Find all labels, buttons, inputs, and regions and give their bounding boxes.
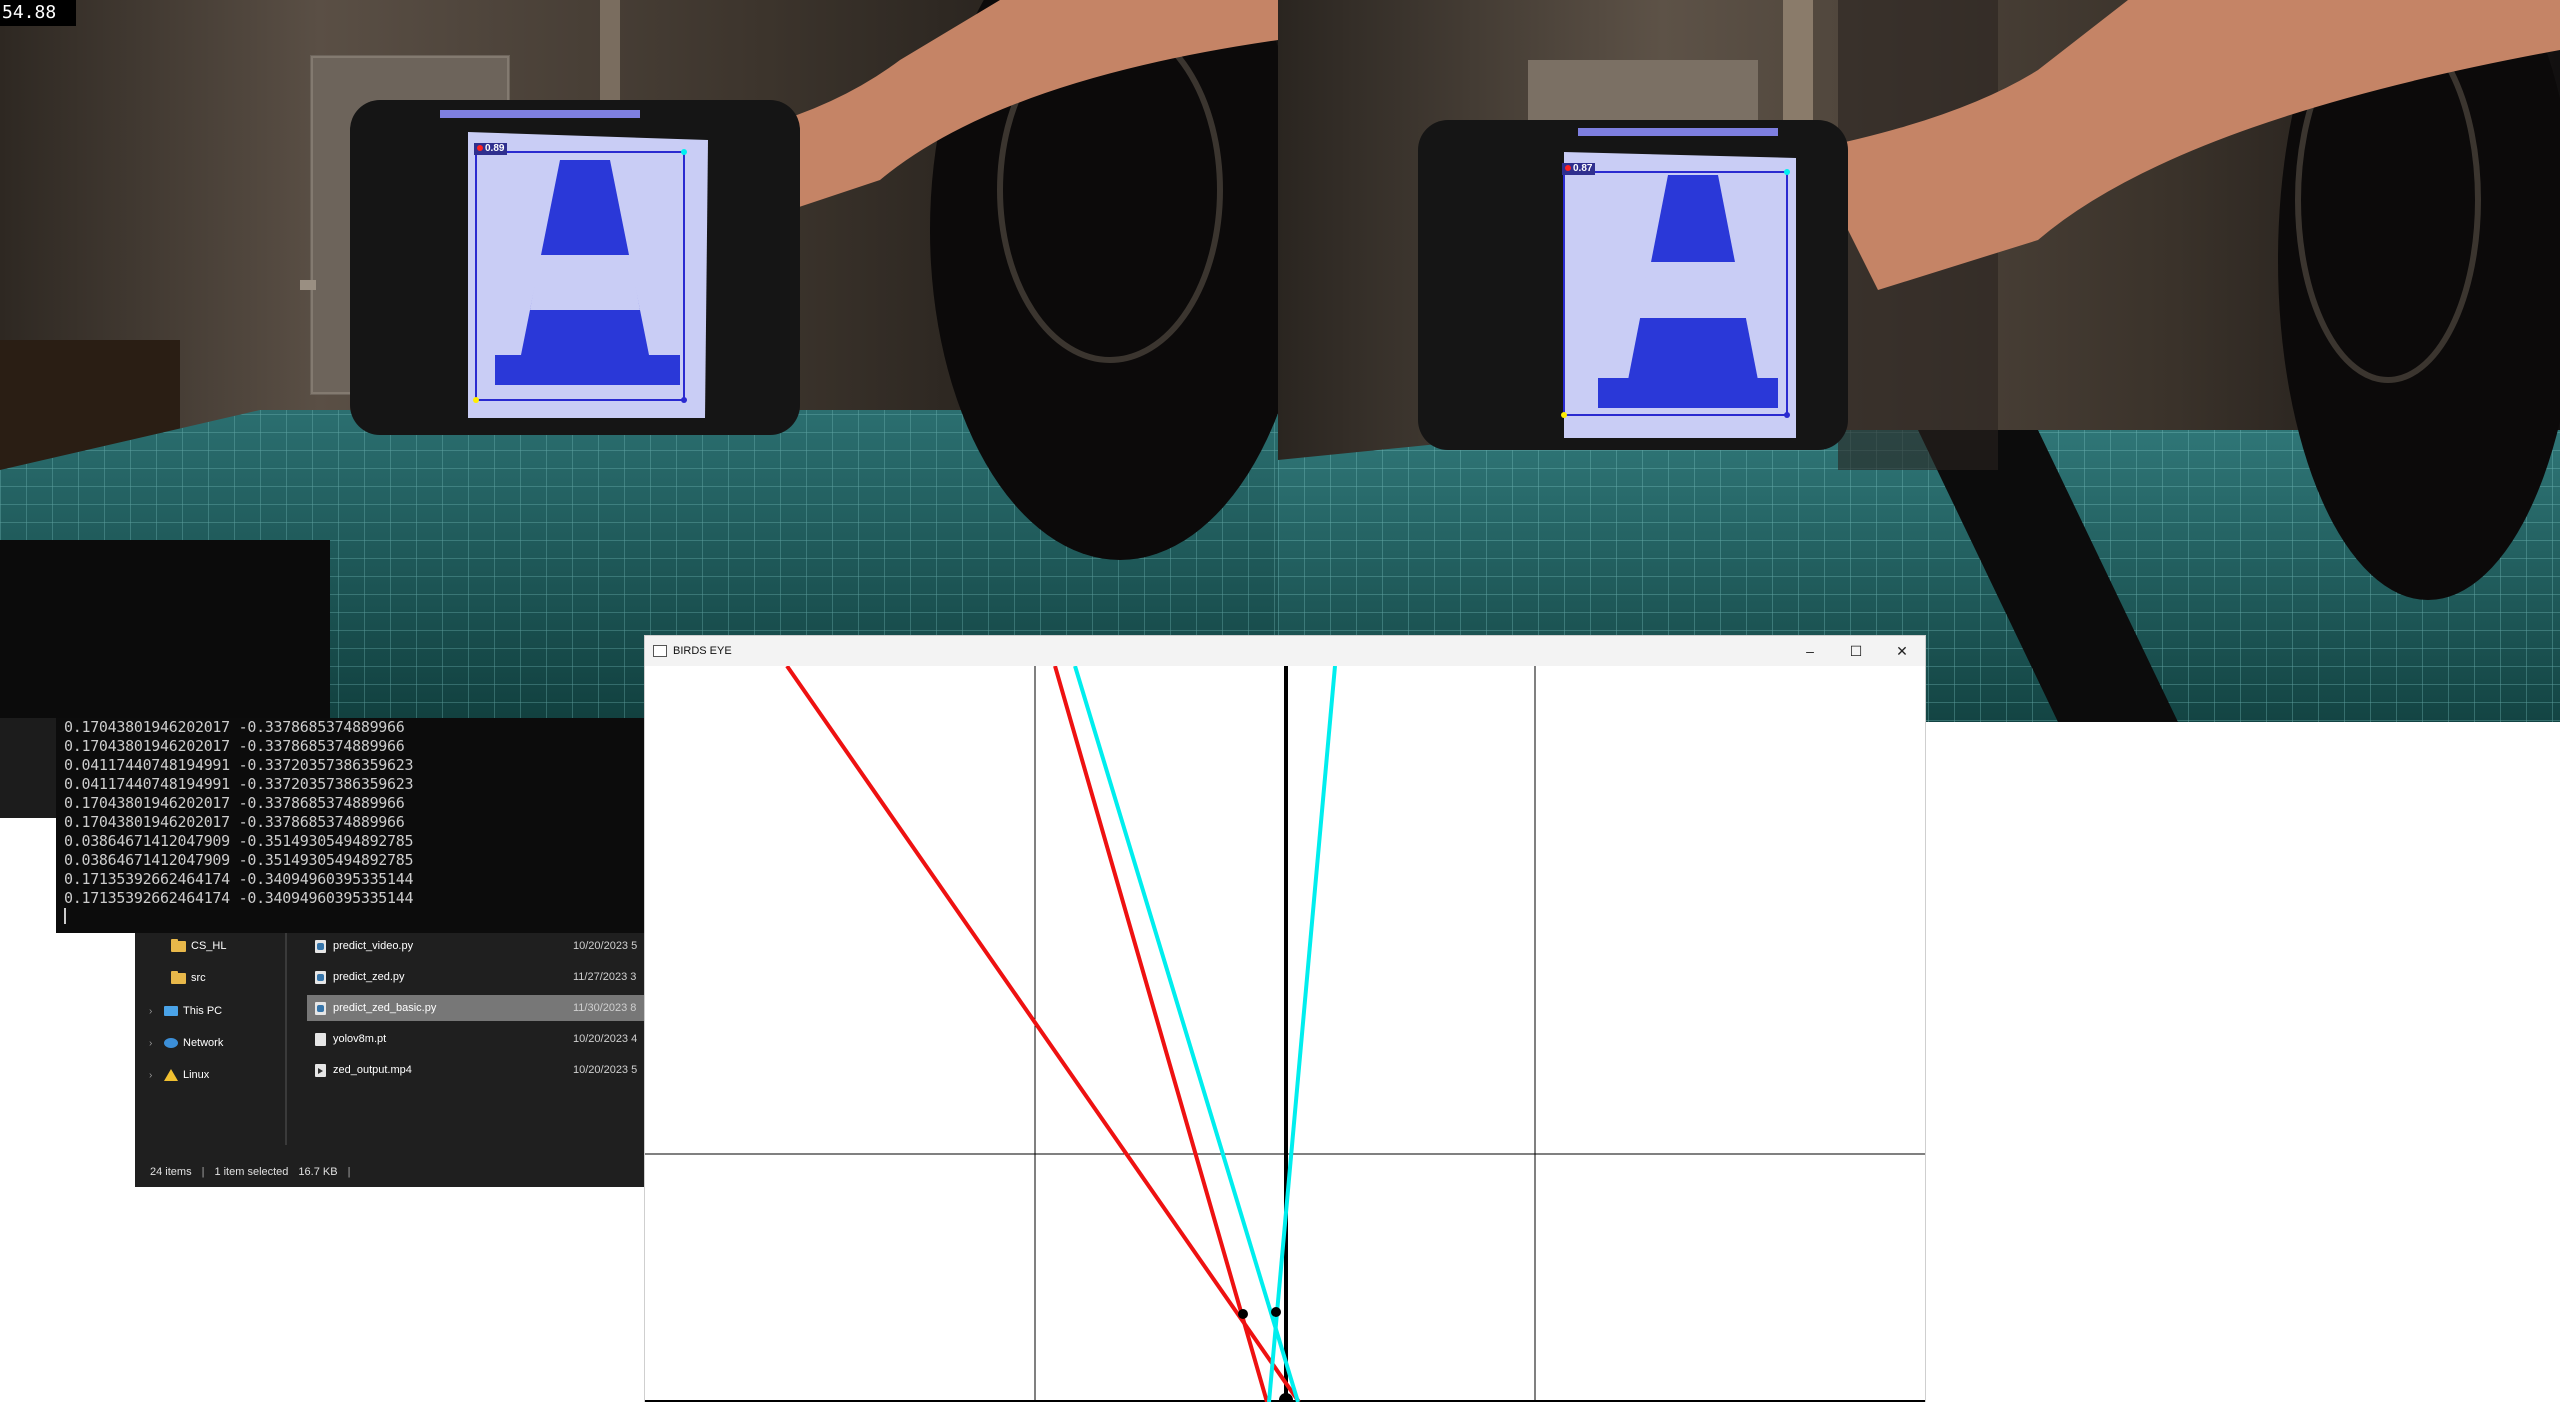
terminal-cursor xyxy=(64,908,66,924)
intersection-point xyxy=(1271,1307,1281,1317)
chevron-right-icon[interactable]: › xyxy=(149,1070,159,1081)
right-camera-ray xyxy=(1073,666,1300,1402)
video-file-icon xyxy=(315,1063,326,1077)
network-icon xyxy=(164,1038,178,1048)
terminal-line: 0.17043801946202017 -0.3378685374889966 xyxy=(64,718,405,736)
file-row-selected[interactable]: predict_zed_basic.py 11/30/2023 8 xyxy=(307,995,646,1021)
birds-eye-window: BIRDS EYE – ☐ ✕ xyxy=(645,636,1925,1402)
close-button[interactable]: ✕ xyxy=(1879,636,1925,666)
fps-counter: 54.88 xyxy=(0,0,76,26)
nav-item-cs-hl[interactable]: CS_HL xyxy=(171,936,226,956)
left-confidence-label: 0.89 xyxy=(474,143,508,155)
maximize-button[interactable]: ☐ xyxy=(1833,636,1879,666)
terminal-line: 0.17043801946202017 -0.3378685374889966 xyxy=(64,794,405,812)
item-count: 24 items xyxy=(150,1166,192,1178)
python-file-icon xyxy=(315,970,326,984)
selection-count: 1 item selected xyxy=(214,1166,289,1178)
chevron-right-icon[interactable]: › xyxy=(149,1006,159,1017)
background-window-edge xyxy=(0,718,56,818)
status-bar: 24 items | 1 item selected 16.7 KB | xyxy=(135,1162,646,1182)
right-camera-feed: 0.87 xyxy=(1278,0,2560,722)
app-icon xyxy=(653,645,667,657)
nav-item-label: Network xyxy=(183,1037,224,1049)
nav-item-network[interactable]: › Network xyxy=(149,1033,223,1053)
file-date: 11/27/2023 3 xyxy=(573,971,637,983)
selection-size: 16.7 KB xyxy=(298,1166,338,1178)
file-row[interactable]: predict_video.py 10/20/2023 5 xyxy=(307,933,646,959)
status-separator: | xyxy=(347,1166,351,1178)
terminal-line: 0.03864671412047909 -0.35149305494892785 xyxy=(64,851,414,869)
python-file-icon xyxy=(315,1001,326,1015)
file-name: predict_zed_basic.py xyxy=(333,1002,437,1014)
file-date: 10/20/2023 5 xyxy=(573,1064,638,1076)
nav-item-label: Linux xyxy=(183,1069,210,1081)
navigation-pane: CS_HL src › This PC › Network › Linux xyxy=(135,933,287,1145)
file-explorer-window: CS_HL src › This PC › Network › Linux pr… xyxy=(135,933,646,1187)
file-name: zed_output.mp4 xyxy=(333,1064,412,1076)
terminal-line: 0.17135392662464174 -0.34094960395335144 xyxy=(64,889,414,907)
nav-item-label: This PC xyxy=(183,1005,223,1017)
folder-icon xyxy=(171,938,186,952)
terminal-window[interactable]: 0.17043801946202017 -0.3378685374889966 … xyxy=(56,718,646,933)
nav-item-linux[interactable]: › Linux xyxy=(149,1065,209,1085)
terminal-line: 0.04117440748194991 -0.33720357386359623 xyxy=(64,756,414,774)
file-name: predict_video.py xyxy=(333,940,414,952)
left-camera-ray xyxy=(785,666,1301,1402)
file-row[interactable]: zed_output.mp4 10/20/2023 5 xyxy=(307,1057,646,1083)
file-icon xyxy=(315,1032,326,1046)
nav-item-label: src xyxy=(191,972,206,984)
window-title: BIRDS EYE xyxy=(673,645,732,657)
right-camera-image xyxy=(1278,0,2560,722)
file-date: 11/30/2023 8 xyxy=(573,1002,637,1014)
right-camera-ray xyxy=(1267,666,1337,1402)
status-separator: | xyxy=(201,1166,205,1178)
chevron-right-icon[interactable]: › xyxy=(149,1038,159,1049)
intersection-point xyxy=(1238,1309,1248,1319)
file-date: 10/20/2023 4 xyxy=(573,1033,638,1045)
minimize-button[interactable]: – xyxy=(1787,636,1833,666)
file-name: yolov8m.pt xyxy=(333,1033,387,1045)
nav-item-src[interactable]: src xyxy=(171,968,206,988)
right-confidence-label: 0.87 xyxy=(1562,163,1596,175)
nav-item-label: CS_HL xyxy=(191,940,227,952)
nav-item-this-pc[interactable]: › This PC xyxy=(149,1001,222,1021)
terminal-line: 0.03864671412047909 -0.35149305494892785 xyxy=(64,832,414,850)
computer-icon xyxy=(164,1006,178,1016)
terminal-line: 0.17043801946202017 -0.3378685374889966 xyxy=(64,737,405,755)
file-date: 10/20/2023 5 xyxy=(573,940,638,952)
left-camera-image xyxy=(0,0,1278,722)
file-row[interactable]: yolov8m.pt 10/20/2023 4 xyxy=(307,1026,646,1052)
window-titlebar[interactable]: BIRDS EYE – ☐ ✕ xyxy=(645,636,1925,666)
terminal-line: 0.17135392662464174 -0.34094960395335144 xyxy=(64,870,414,888)
terminal-line: 0.17043801946202017 -0.3378685374889966 xyxy=(64,813,405,831)
linux-icon xyxy=(164,1069,178,1081)
left-camera-ray xyxy=(1053,666,1269,1402)
folder-icon xyxy=(171,970,186,984)
left-camera-feed: 0.89 54.88 xyxy=(0,0,1278,722)
file-name: predict_zed.py xyxy=(333,971,405,983)
birds-eye-canvas xyxy=(645,666,1925,1402)
python-file-icon xyxy=(315,939,326,953)
file-row[interactable]: predict_zed.py 11/27/2023 3 xyxy=(307,964,646,990)
camera-origin xyxy=(1279,1393,1293,1402)
terminal-line: 0.04117440748194991 -0.33720357386359623 xyxy=(64,775,414,793)
